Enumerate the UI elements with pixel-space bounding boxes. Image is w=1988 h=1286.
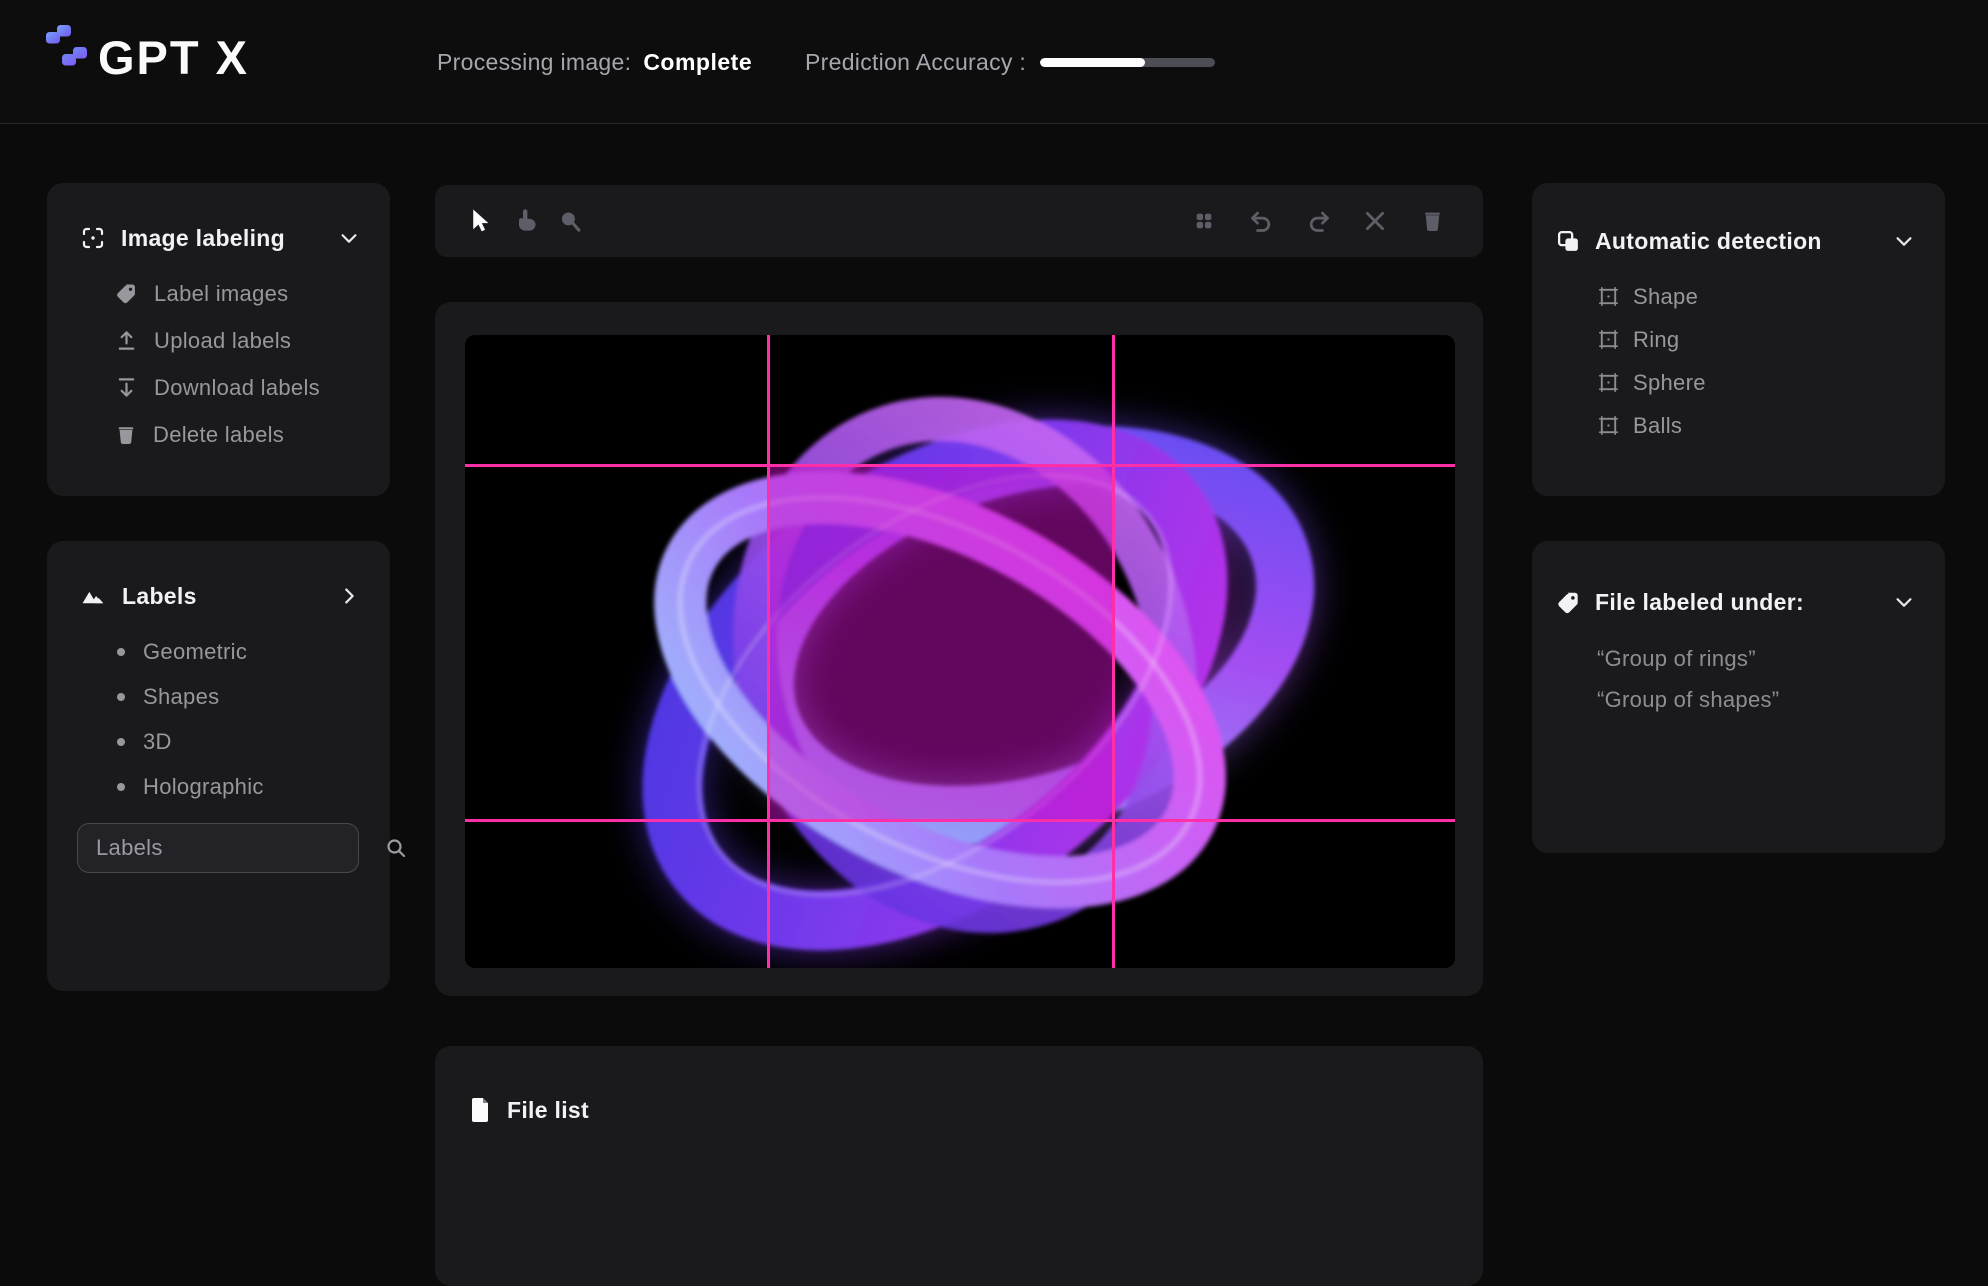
labels-search-input[interactable] [96, 835, 384, 861]
canvas-panel [435, 302, 1483, 996]
tag-icon [115, 282, 138, 305]
menu-item-label: Delete labels [153, 422, 284, 448]
accuracy-progress-fill [1040, 58, 1145, 67]
label-category-3d[interactable]: 3D [47, 719, 390, 764]
file-label-item: “Group of rings” [1532, 638, 1945, 679]
bounding-box-icon [1597, 414, 1620, 437]
label-category-text: Geometric [143, 639, 247, 665]
crosshair-vertical-1[interactable] [767, 335, 770, 968]
close-icon[interactable] [1360, 206, 1390, 236]
tag-filled-icon [1556, 590, 1581, 615]
crosshair-vertical-2[interactable] [1112, 335, 1115, 968]
zoom-tool-icon[interactable] [555, 206, 585, 236]
detection-item-ring[interactable]: Ring [1532, 318, 1945, 361]
accuracy-progress-bar [1040, 58, 1215, 67]
hand-pointer-tool-icon[interactable] [510, 206, 540, 236]
bounding-box-icon [1597, 285, 1620, 308]
file-list-panel: File list [435, 1046, 1483, 1286]
detection-item-label: Ring [1633, 327, 1679, 353]
file-icon [470, 1098, 492, 1122]
canvas-toolbar [435, 185, 1483, 257]
bullet-icon [117, 738, 125, 746]
panel-title: Labels [122, 583, 322, 610]
selection-rect [768, 465, 1113, 820]
chevron-down-icon [338, 227, 360, 249]
file-label-item: “Group of shapes” [1532, 679, 1945, 720]
processing-status: Processing image: Complete [437, 0, 752, 124]
mountains-icon [81, 584, 106, 609]
detection-item-balls[interactable]: Balls [1532, 404, 1945, 447]
app-header: GPT X Processing image: Complete Predict… [0, 0, 1988, 124]
chevron-down-icon [1893, 591, 1915, 613]
bullet-icon [117, 693, 125, 701]
crosshair-horizontal-1[interactable] [465, 464, 1455, 467]
file-labeled-header[interactable]: File labeled under: [1532, 582, 1945, 622]
menu-item-label-images[interactable]: Label images [47, 270, 390, 317]
accuracy-label: Prediction Accuracy : [805, 49, 1026, 76]
detection-item-sphere[interactable]: Sphere [1532, 361, 1945, 404]
logo-icon [44, 25, 90, 77]
panel-title: File list [507, 1097, 1453, 1124]
bounding-box-icon [1597, 328, 1620, 351]
panel-image-labeling: Image labeling Label images Upload label… [47, 183, 390, 496]
search-icon[interactable] [384, 836, 408, 860]
logo-text: GPT X [98, 30, 249, 85]
processing-value: Complete [643, 49, 752, 76]
trash-tool-icon[interactable] [1417, 206, 1447, 236]
cursor-tool-icon[interactable] [465, 206, 495, 236]
panel-title: Image labeling [121, 225, 322, 252]
bullet-icon [117, 783, 125, 791]
menu-item-label: Upload labels [154, 328, 291, 354]
menu-item-delete-labels[interactable]: Delete labels [47, 411, 390, 458]
panel-title: File labeled under: [1595, 589, 1879, 616]
labels-search-box [77, 823, 359, 873]
upload-icon [115, 329, 138, 352]
file-label-text: “Group of rings” [1597, 646, 1756, 672]
bullet-icon [117, 648, 125, 656]
download-icon [115, 376, 138, 399]
chevron-down-icon [1893, 230, 1915, 252]
scan-focus-icon [81, 226, 105, 250]
label-category-holographic[interactable]: Holographic [47, 764, 390, 809]
labels-header[interactable]: Labels [47, 576, 390, 616]
menu-item-label: Label images [154, 281, 288, 307]
tool-group-right [1189, 206, 1447, 236]
detection-item-label: Shape [1633, 284, 1698, 310]
chevron-right-icon [338, 585, 360, 607]
prediction-accuracy: Prediction Accuracy : [805, 0, 1215, 124]
label-category-text: Shapes [143, 684, 219, 710]
panel-labels: Labels Geometric Shapes 3D Holographic [47, 541, 390, 991]
grid-handle-icon[interactable] [1189, 206, 1219, 236]
panel-file-labeled-under: File labeled under: “Group of rings” “Gr… [1532, 541, 1945, 853]
file-list-header[interactable]: File list [435, 1090, 1483, 1130]
undo-icon[interactable] [1246, 206, 1276, 236]
label-category-text: Holographic [143, 774, 264, 800]
label-category-shapes[interactable]: Shapes [47, 674, 390, 719]
annotated-image-area[interactable] [465, 335, 1455, 968]
file-label-text: “Group of shapes” [1597, 687, 1779, 713]
menu-item-label: Download labels [154, 375, 320, 401]
crosshair-horizontal-2[interactable] [465, 819, 1455, 822]
automatic-detection-header[interactable]: Automatic detection [1532, 221, 1945, 261]
trash-icon [115, 424, 137, 446]
menu-item-upload-labels[interactable]: Upload labels [47, 317, 390, 364]
label-category-geometric[interactable]: Geometric [47, 629, 390, 674]
layers-icon [1556, 229, 1581, 254]
processing-label: Processing image: [437, 49, 631, 76]
image-labeling-header[interactable]: Image labeling [47, 218, 390, 258]
app-logo: GPT X [44, 30, 249, 85]
detection-item-shape[interactable]: Shape [1532, 275, 1945, 318]
detection-item-label: Sphere [1633, 370, 1706, 396]
tool-group-left [465, 206, 585, 236]
bounding-box-icon [1597, 371, 1620, 394]
detection-item-label: Balls [1633, 413, 1682, 439]
panel-title: Automatic detection [1595, 228, 1879, 255]
menu-item-download-labels[interactable]: Download labels [47, 364, 390, 411]
redo-icon[interactable] [1303, 206, 1333, 236]
panel-automatic-detection: Automatic detection Shape [1532, 183, 1945, 496]
label-category-text: 3D [143, 729, 172, 755]
